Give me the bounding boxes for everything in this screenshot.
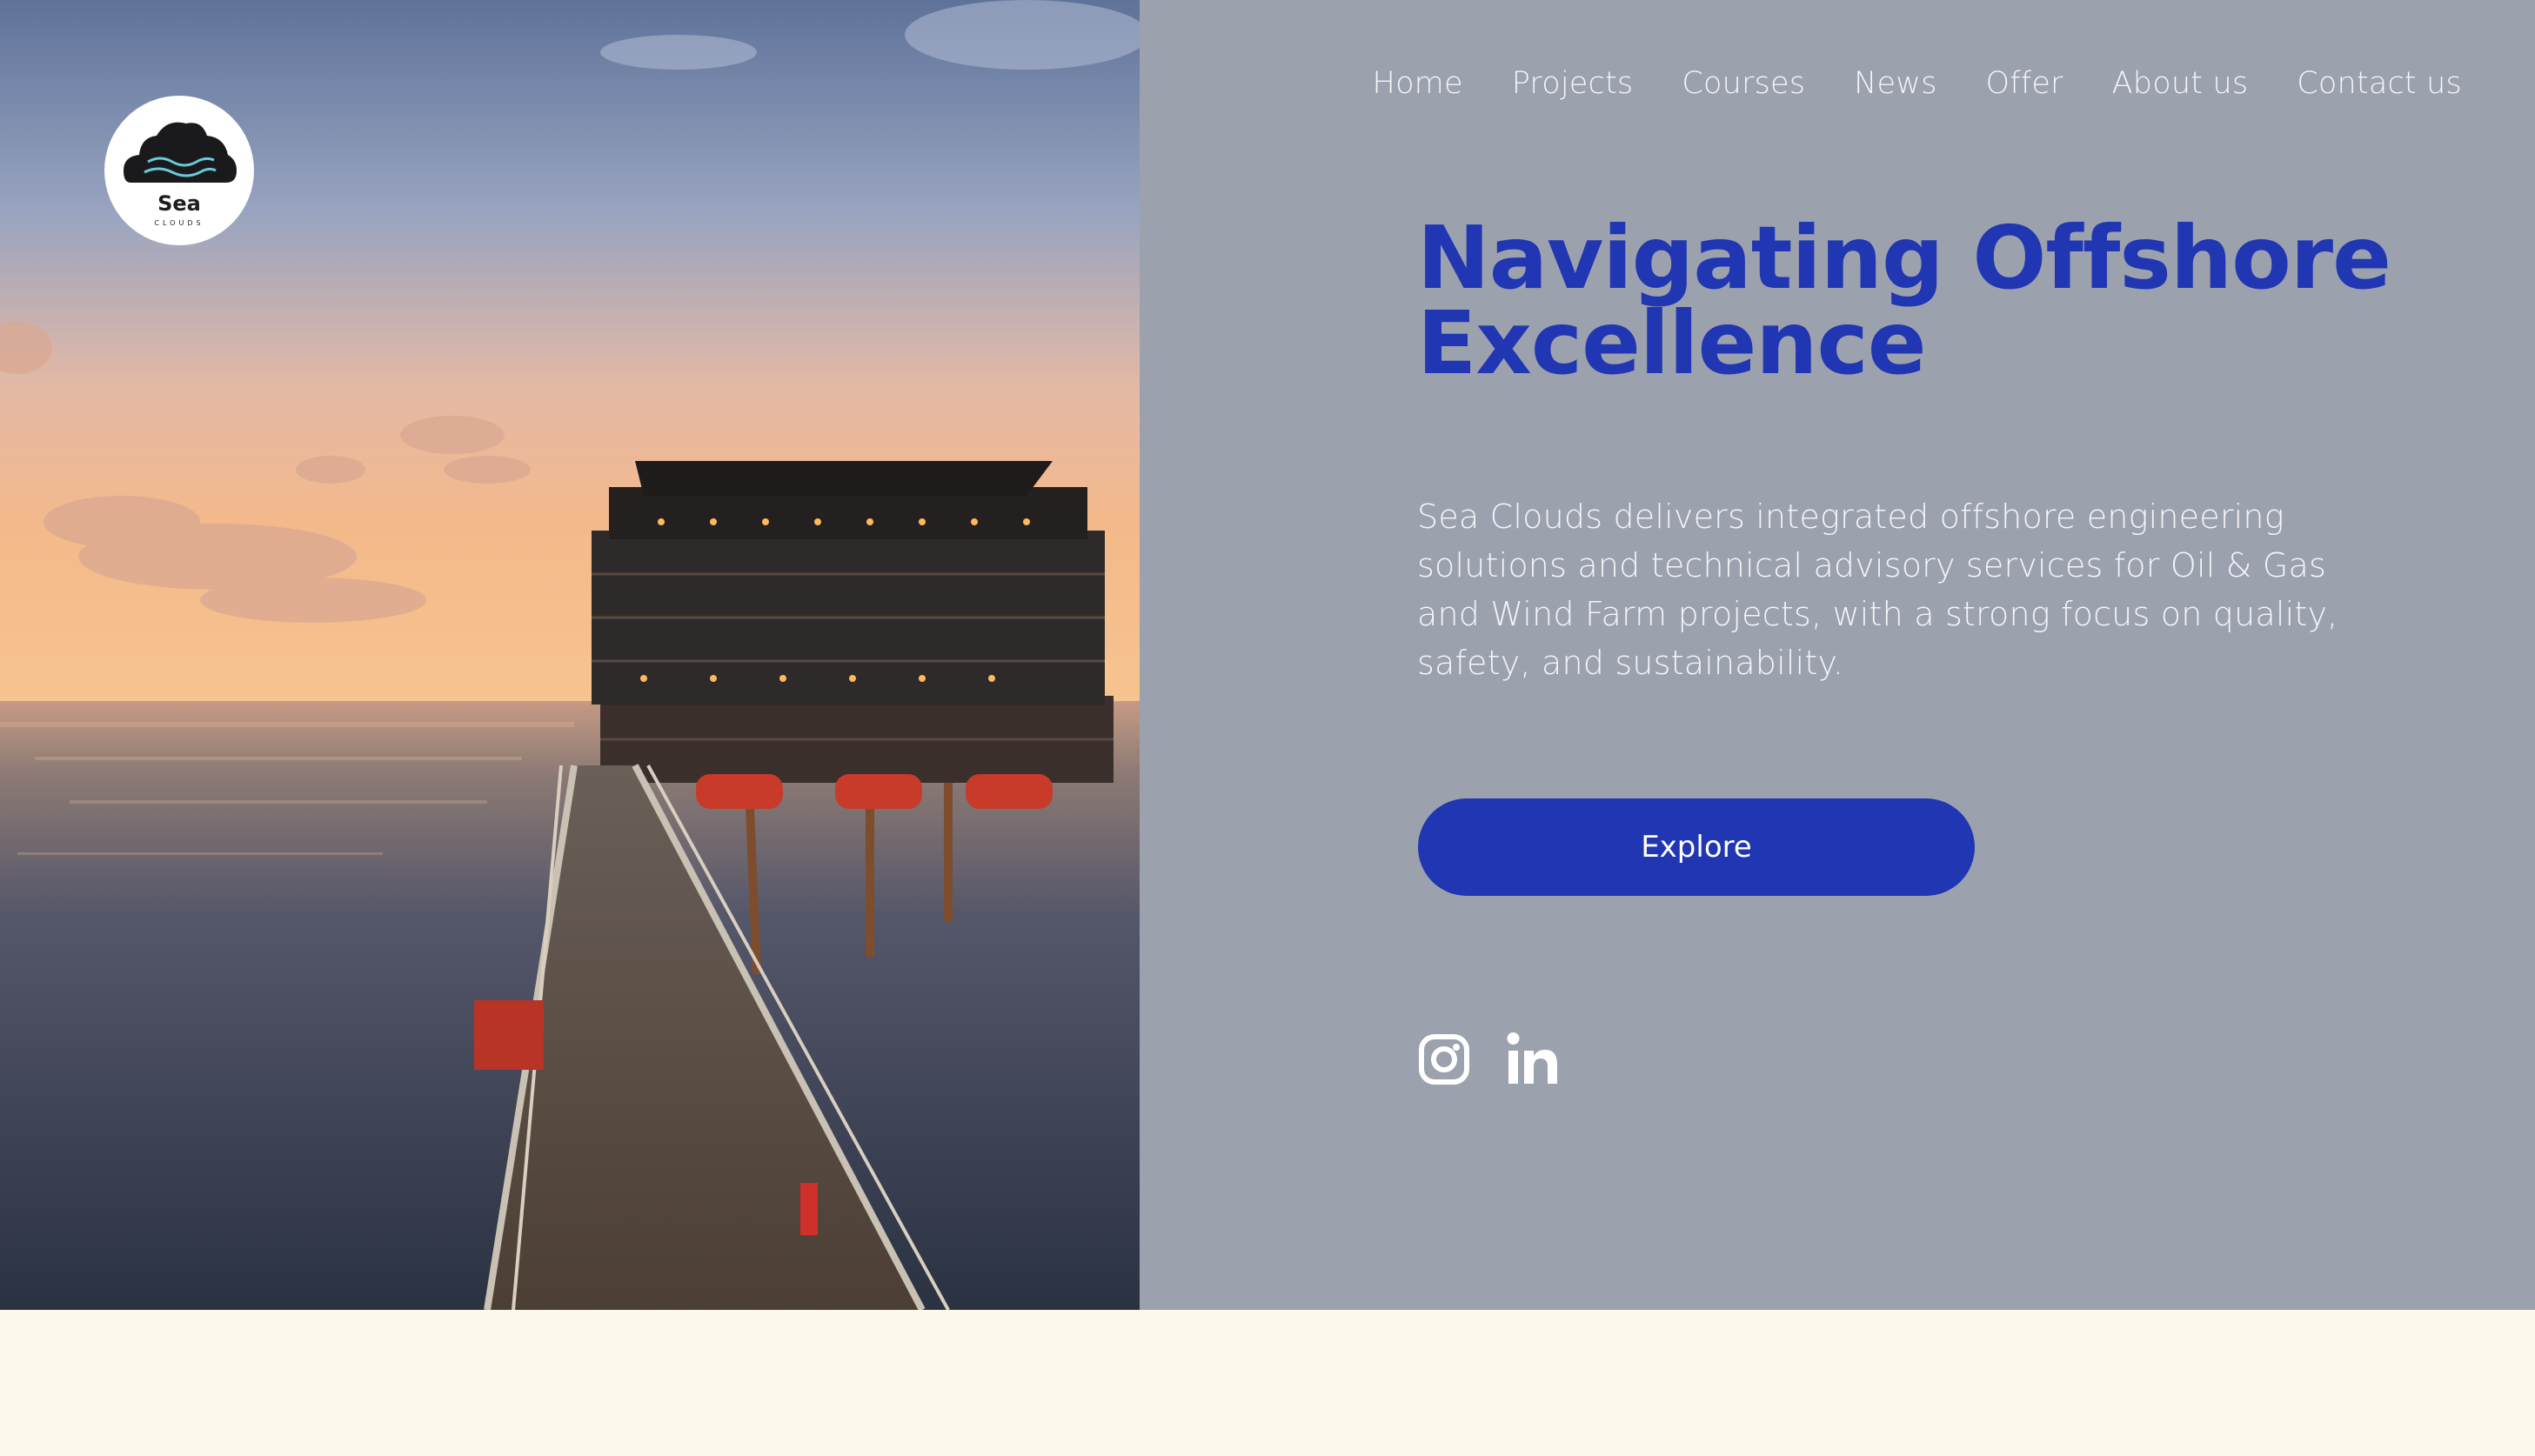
nav-link-about-us[interactable]: About us [2112,66,2249,101]
nav-link-news[interactable]: News [1854,66,1936,101]
explore-button[interactable]: Explore [1418,798,1975,896]
linkedin-icon [1507,1032,1557,1084]
social-links [1418,1032,1559,1087]
sea-clouds-logo[interactable]: Sea CLOUDS [104,96,254,245]
nav-link-projects[interactable]: Projects [1512,66,1634,101]
nav-link-courses[interactable]: Courses [1682,66,1805,101]
hero-title: Navigating Offshore Excellence [1417,207,2391,394]
main-navigation: Home Projects Courses News Offer About u… [1373,66,2462,101]
instagram-link[interactable] [1418,1032,1470,1087]
logo-wordmark: Sea [157,191,201,216]
hero-description: Sea Clouds delivers integrated offshore … [1417,498,2338,682]
instagram-icon [1419,1034,1469,1085]
linkedin-link[interactable] [1507,1032,1559,1087]
nav-link-home[interactable]: Home [1373,66,1463,101]
logo-subtitle: CLOUDS [154,219,204,227]
nav-link-contact-us[interactable]: Contact us [2297,66,2462,101]
nav-link-offer[interactable]: Offer [1986,66,2063,101]
